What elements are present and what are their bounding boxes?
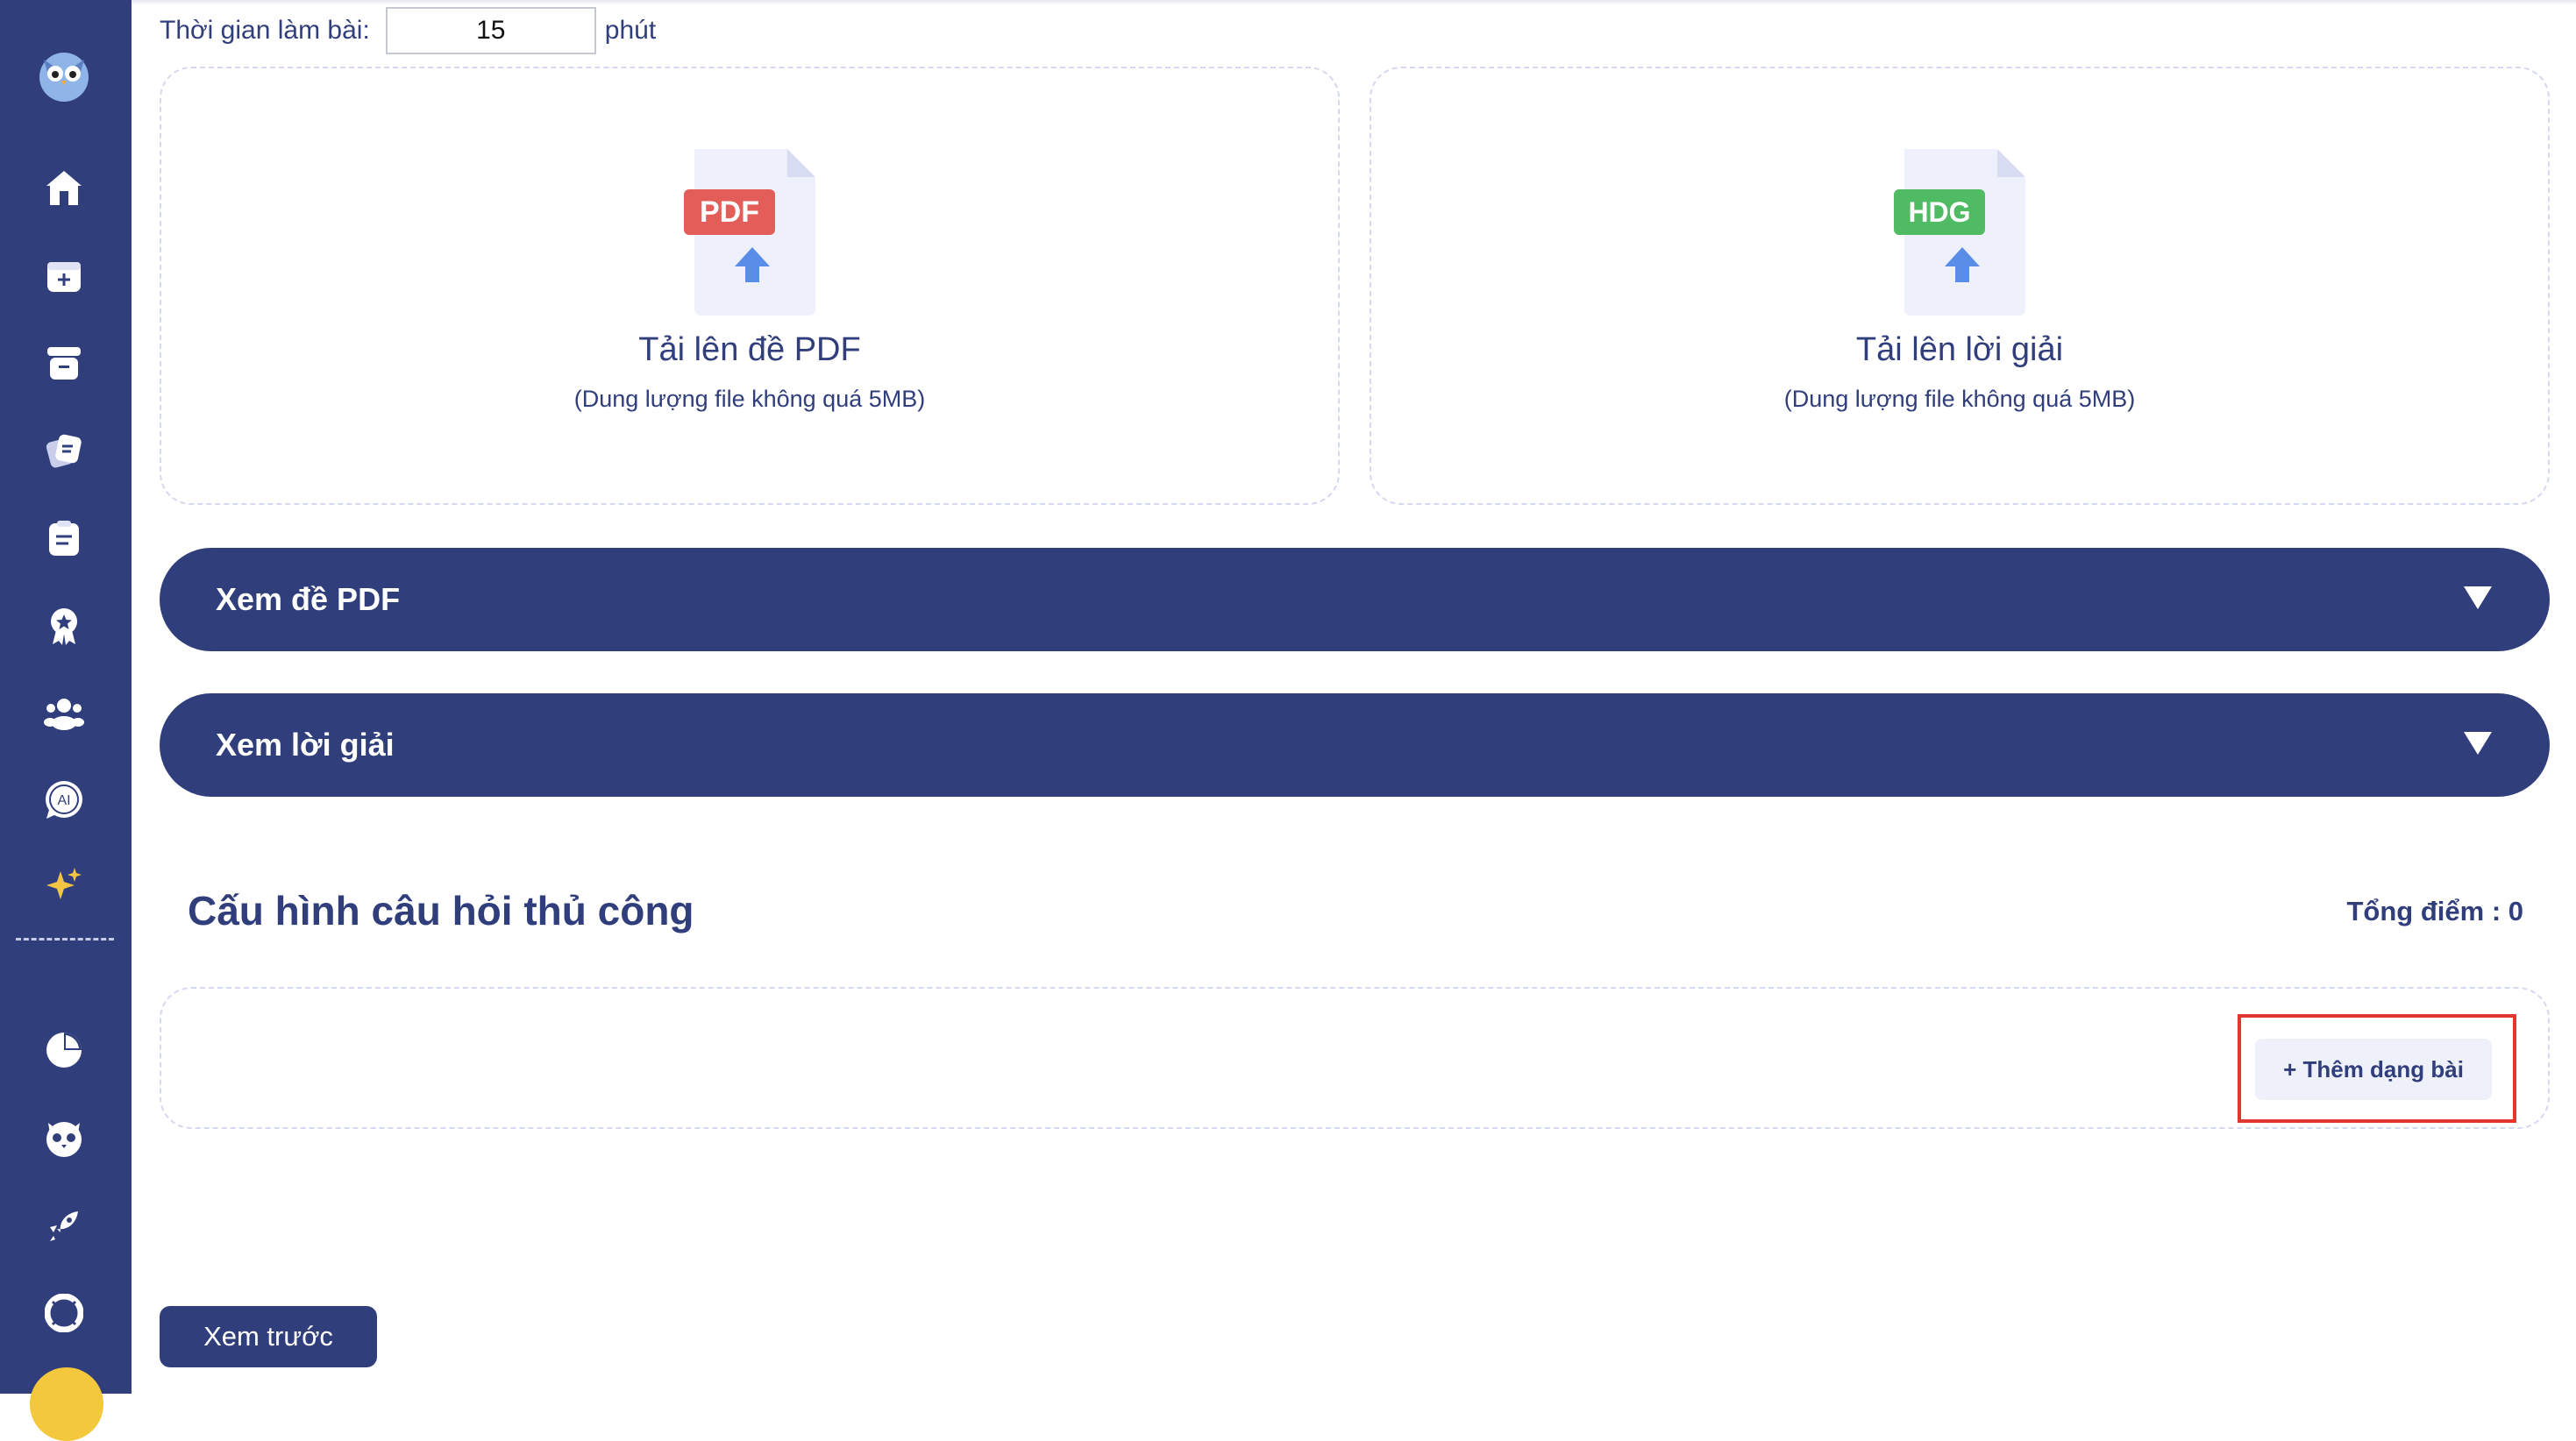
sidebar: AI — [0, 0, 132, 1441]
view-solution-accordion[interactable]: Xem lời giải — [160, 693, 2550, 797]
upload-solution-title: Tải lên lời giải — [1855, 331, 2064, 368]
manual-config-title: Cấu hình câu hỏi thủ công — [188, 888, 694, 933]
pdf-badge-label: PDF — [700, 195, 759, 229]
cards-icon[interactable] — [39, 426, 89, 475]
pdf-upload-file-icon: PDF — [684, 149, 815, 316]
time-limit-unit: phút — [604, 16, 657, 45]
question-config-area — [160, 987, 2550, 1129]
solution-upload-file-icon: HDG — [1894, 149, 2025, 316]
home-icon[interactable] — [39, 163, 89, 212]
time-limit-row: Thời gian làm bài: phút — [160, 7, 656, 54]
upload-pdf-size-note: (Dung lượng file không quá 5MB) — [573, 386, 926, 412]
calendar-add-icon[interactable] — [39, 251, 89, 300]
users-icon[interactable] — [39, 689, 89, 738]
time-limit-input[interactable] — [385, 7, 596, 54]
svg-text:AI: AI — [57, 793, 70, 808]
preview-button[interactable]: Xem trước — [160, 1306, 377, 1367]
award-icon[interactable] — [39, 601, 89, 650]
pie-chart-icon[interactable] — [39, 1026, 89, 1075]
view-pdf-label: Xem đề PDF — [216, 581, 401, 617]
archive-box-icon[interactable] — [39, 338, 89, 387]
hdg-badge-label: HDG — [1908, 196, 1970, 228]
sparkle-icon[interactable] — [39, 861, 89, 910]
chevron-down-icon — [2464, 732, 2492, 755]
total-score: Tổng điểm : 0 — [2346, 896, 2524, 926]
view-pdf-accordion[interactable]: Xem đề PDF — [160, 548, 2550, 651]
chevron-down-icon — [2464, 586, 2492, 609]
add-question-type-button[interactable]: + Thêm dạng bài — [2255, 1039, 2492, 1100]
clipboard-icon[interactable] — [39, 514, 89, 563]
owl-face-icon[interactable] — [39, 1113, 89, 1162]
lifebuoy-icon[interactable] — [39, 1288, 89, 1338]
upload-pdf-dropzone[interactable]: PDF Tải lên đề PDF (Dung lượng file khôn… — [160, 67, 1340, 505]
owl-logo-icon[interactable] — [35, 46, 93, 103]
rocket-icon[interactable] — [39, 1201, 89, 1250]
top-shadow — [132, 0, 2576, 5]
ai-chat-icon[interactable]: AI — [39, 775, 89, 824]
view-solution-label: Xem lời giải — [216, 727, 395, 763]
upload-pdf-title: Tải lên đề PDF — [638, 331, 861, 368]
time-limit-label: Thời gian làm bài: — [160, 16, 370, 45]
user-avatar[interactable] — [30, 1367, 103, 1441]
upload-solution-size-note: (Dung lượng file không quá 5MB) — [1783, 386, 2136, 412]
sidebar-divider — [16, 938, 114, 941]
upload-solution-dropzone[interactable]: HDG Tải lên lời giải (Dung lượng file kh… — [1370, 67, 2550, 505]
